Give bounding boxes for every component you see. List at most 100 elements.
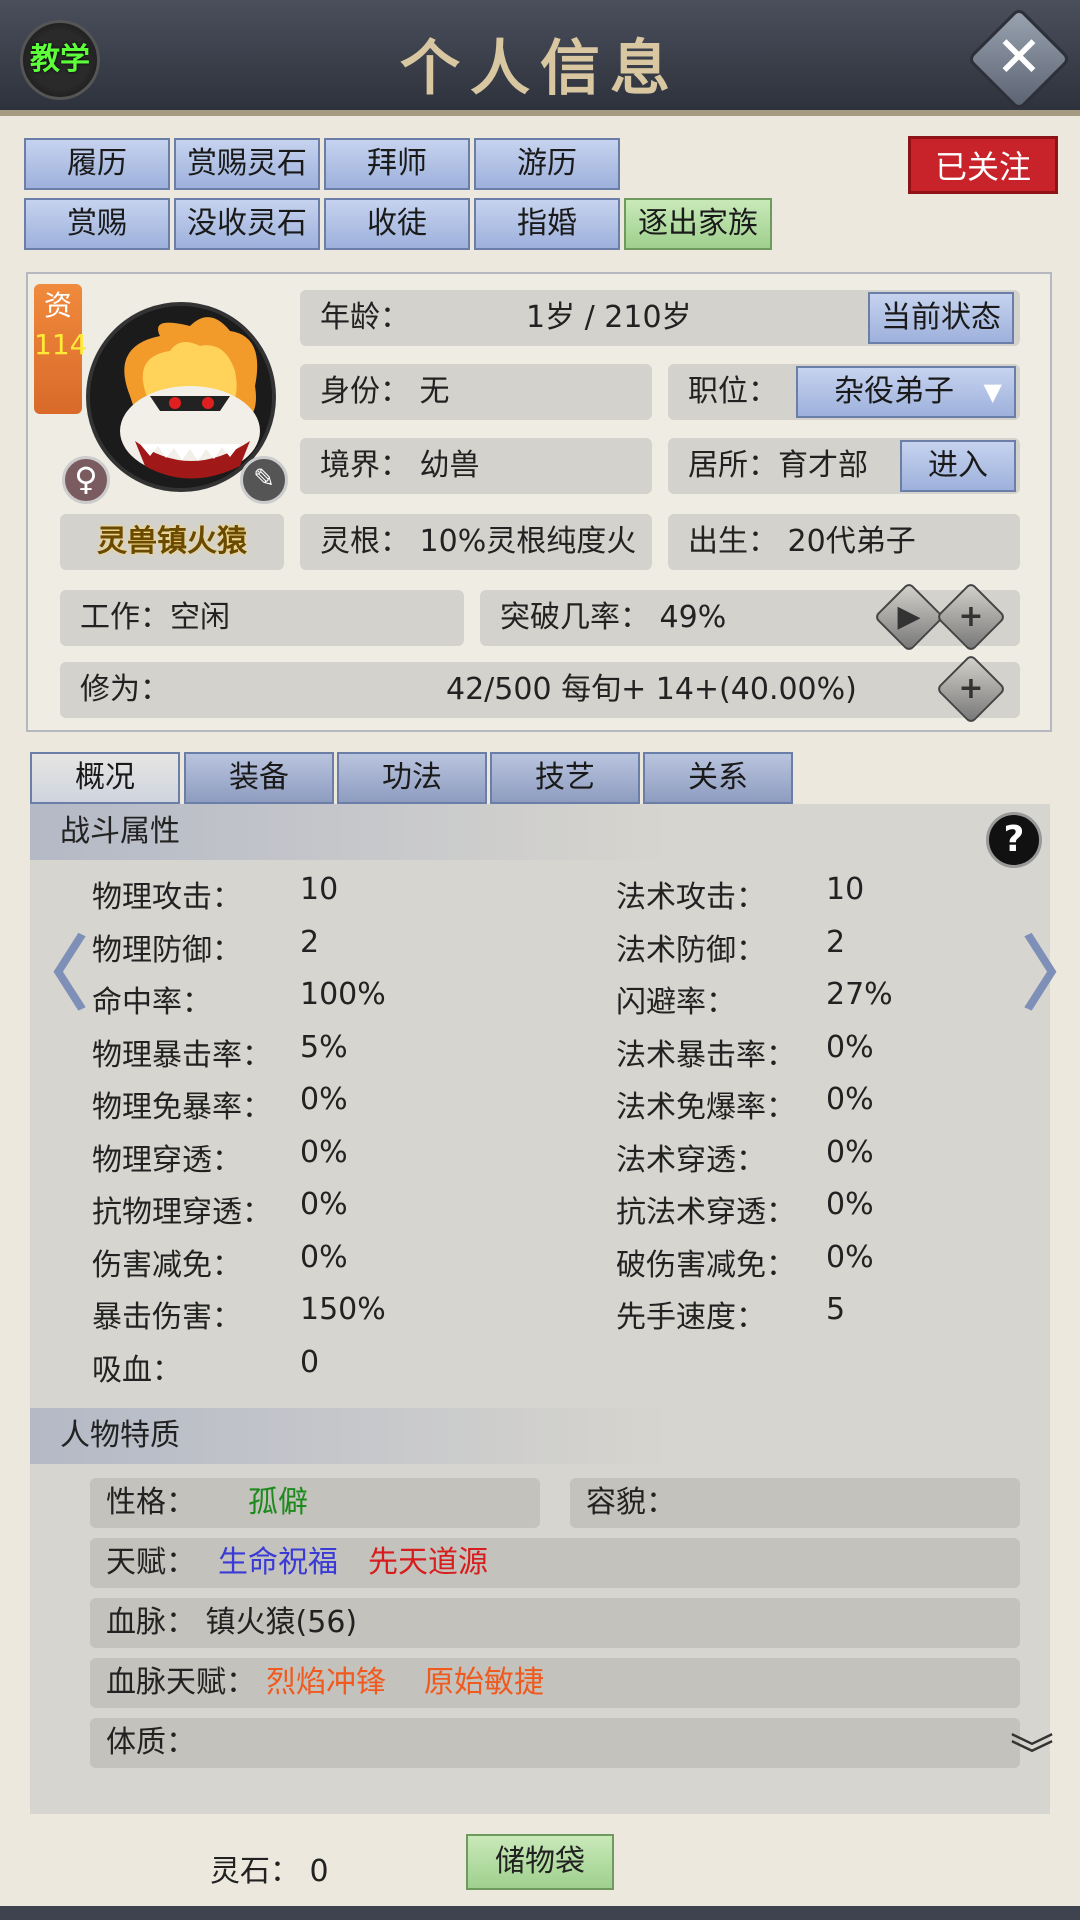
- looks-row: 容貌：: [570, 1478, 1020, 1528]
- bottom-bar: [0, 1906, 1080, 1920]
- post-dropdown[interactable]: 杂役弟子 ▼: [796, 366, 1016, 418]
- resume-button[interactable]: 履历: [24, 138, 170, 190]
- birth-field: 出生： 20代弟子: [668, 514, 1020, 570]
- personality-row: 性格： 孤僻: [90, 1478, 540, 1528]
- stat-label: 法术穿透：: [616, 1143, 766, 1178]
- reward-button[interactable]: 赏赐: [24, 198, 170, 250]
- stat-value: 10: [826, 872, 865, 907]
- followed-button[interactable]: 已关注: [908, 136, 1058, 194]
- aptitude-value: 114: [34, 328, 88, 361]
- stat-value: 0%: [826, 1187, 874, 1222]
- bloodline-talent-item[interactable]: 烈焰冲锋: [266, 1658, 386, 1708]
- stat-value: 27%: [826, 977, 893, 1012]
- spirit-stone-count: 灵石： 0: [210, 1854, 329, 1889]
- beast-name: 灵兽镇火猿: [60, 514, 284, 570]
- take-disciple-button[interactable]: 收徒: [324, 198, 470, 250]
- next-arrow-icon[interactable]: 〉: [1022, 910, 1080, 1026]
- plus-icon: +: [958, 599, 984, 634]
- identity-field: 身份： 无: [300, 364, 652, 420]
- stat-label: 物理防御：: [92, 933, 242, 968]
- stat-label: 物理穿透：: [92, 1143, 242, 1178]
- stat-value: 0%: [300, 1187, 348, 1222]
- confiscate-stone-button[interactable]: 没收灵石: [174, 198, 320, 250]
- stat-label: 抗物理穿透：: [92, 1195, 272, 1230]
- stat-label: 法术暴击率：: [616, 1038, 796, 1073]
- stat-label: 破伤害减免：: [616, 1248, 796, 1283]
- talent-label: 天赋：: [106, 1545, 196, 1580]
- bloodline-talent-row: 血脉天赋： 烈焰冲锋 原始敏捷: [90, 1658, 1020, 1708]
- traits-section-header: 人物特质: [30, 1408, 670, 1464]
- stat-label: 物理攻击：: [92, 880, 242, 915]
- cultivation-label: 修为：: [80, 672, 170, 707]
- stat-label: 法术免爆率：: [616, 1090, 796, 1125]
- talent-row: 天赋： 生命祝福 先天道源: [90, 1538, 1020, 1588]
- physique-row: 体质：: [90, 1718, 1020, 1768]
- stat-value: 10: [300, 872, 339, 907]
- current-status-button[interactable]: 当前状态: [868, 292, 1014, 344]
- stat-label: 法术攻击：: [616, 880, 766, 915]
- bloodline-talent-label: 血脉天赋：: [106, 1665, 256, 1700]
- close-icon: ✕: [995, 25, 1043, 90]
- stat-value: 0%: [300, 1135, 348, 1170]
- expel-button[interactable]: 逐出家族: [624, 198, 772, 250]
- personality-label: 性格：: [106, 1485, 196, 1520]
- brush-icon[interactable]: ✎: [240, 456, 288, 504]
- stat-label: 物理免暴率：: [92, 1090, 272, 1125]
- cultivation-field: 修为： 42/500 每旬+ 14+(40.00%): [60, 662, 1020, 718]
- stat-value: 0%: [300, 1082, 348, 1117]
- stat-label: 抗法术穿透：: [616, 1195, 796, 1230]
- aptitude-label: 资: [43, 289, 72, 322]
- female-icon: ♀: [62, 456, 110, 504]
- stat-value: 2: [300, 925, 320, 960]
- bloodline-row: 血脉： 镇火猿(56): [90, 1598, 1020, 1648]
- travel-button[interactable]: 游历: [474, 138, 620, 190]
- talent-item[interactable]: 生命祝福: [218, 1538, 338, 1588]
- tab-skills[interactable]: 技艺: [490, 752, 640, 804]
- talent-item[interactable]: 先天道源: [368, 1538, 488, 1588]
- apprentice-button[interactable]: 拜师: [324, 138, 470, 190]
- personality-value: 孤僻: [248, 1485, 308, 1520]
- aptitude-badge: 资 114: [34, 284, 88, 414]
- reward-stone-button[interactable]: 赏赐灵石: [174, 138, 320, 190]
- realm-field: 境界： 幼兽: [300, 438, 652, 494]
- stat-value: 0%: [826, 1030, 874, 1065]
- stat-value: 0%: [826, 1240, 874, 1275]
- scroll-down-icon[interactable]: ︾: [1010, 1734, 1054, 1778]
- header-bar: 教学 个人信息 ✕: [0, 0, 1080, 116]
- bloodline-talent-item[interactable]: 原始敏捷: [424, 1658, 544, 1708]
- post-value: 杂役弟子: [834, 374, 954, 409]
- tab-techniques[interactable]: 功法: [337, 752, 487, 804]
- storage-bag-button[interactable]: 储物袋: [466, 1834, 614, 1890]
- stat-label: 伤害减免：: [92, 1248, 242, 1283]
- age-label: 年龄：: [320, 300, 410, 335]
- stat-value: 2: [826, 925, 846, 960]
- stat-label: 先手速度：: [616, 1300, 766, 1335]
- stat-value: 100%: [300, 977, 386, 1012]
- stat-label: 物理暴击率：: [92, 1038, 272, 1073]
- arrange-marriage-button[interactable]: 指婚: [474, 198, 620, 250]
- help-button[interactable]: ?: [986, 812, 1042, 868]
- stat-value: 0%: [826, 1135, 874, 1170]
- stat-label: 法术防御：: [616, 933, 766, 968]
- stat-label: 命中率：: [92, 985, 212, 1020]
- tab-overview[interactable]: 概况: [30, 752, 180, 804]
- plus-icon: +: [958, 671, 984, 706]
- stat-value: 0%: [826, 1082, 874, 1117]
- enter-button[interactable]: 进入: [900, 440, 1016, 492]
- stat-label: 吸血：: [92, 1353, 182, 1388]
- dropdown-arrow-icon: ▼: [983, 378, 1002, 406]
- age-value: 1岁 / 210岁: [526, 300, 692, 335]
- prev-arrow-icon[interactable]: 〈: [8, 910, 88, 1026]
- combat-section-header: 战斗属性: [30, 804, 670, 860]
- page-title: 个人信息: [400, 34, 680, 104]
- tab-equipment[interactable]: 装备: [184, 752, 334, 804]
- tab-relations[interactable]: 关系: [643, 752, 793, 804]
- stat-value: 5: [826, 1292, 846, 1327]
- post-label: 职位：: [688, 374, 778, 409]
- spirit-root-field: 灵根： 10%灵根纯度火: [300, 514, 652, 570]
- stat-label: 闪避率：: [616, 985, 736, 1020]
- play-icon: ▶: [897, 599, 921, 634]
- stat-value: 0: [300, 1345, 320, 1380]
- work-field: 工作：空闲: [60, 590, 464, 646]
- cultivation-value: 42/500 每旬+ 14+(40.00%): [446, 672, 857, 707]
